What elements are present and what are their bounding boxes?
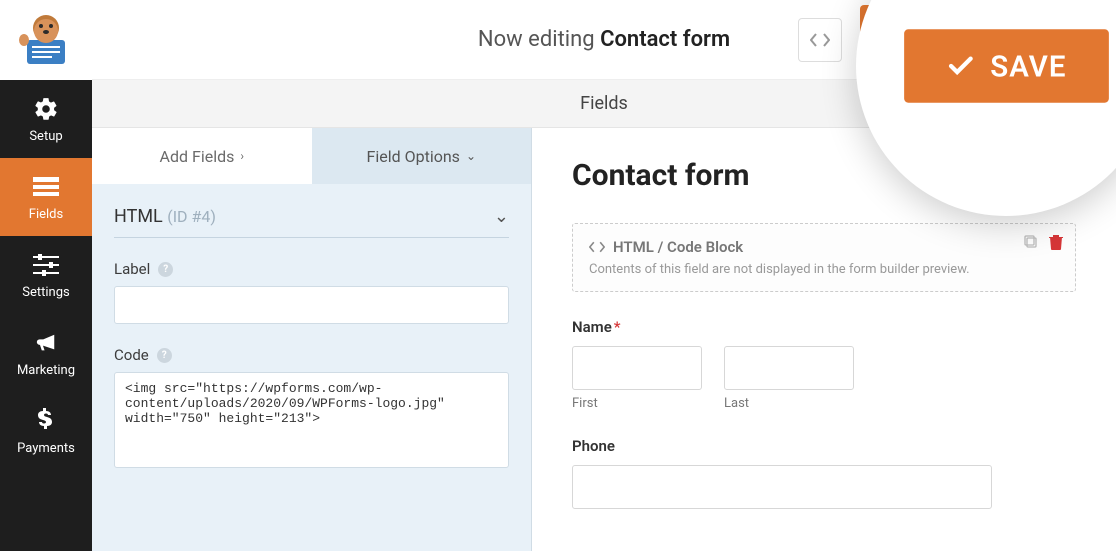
sidebar-item-setup[interactable]: Setup bbox=[0, 80, 92, 158]
chevron-down-icon: ⌄ bbox=[466, 149, 476, 163]
field-options-header[interactable]: HTML (ID #4) ⌄ bbox=[114, 206, 509, 238]
phone-input[interactable] bbox=[572, 465, 992, 509]
check-icon bbox=[946, 51, 975, 80]
tab-label: Field Options bbox=[367, 147, 460, 166]
label-label: Label bbox=[114, 260, 150, 278]
help-icon[interactable]: ? bbox=[158, 262, 173, 277]
sidebar-item-payments[interactable]: Payments bbox=[0, 392, 92, 470]
left-panel: Add Fields › Field Options ⌄ HTML (ID #4… bbox=[92, 128, 532, 551]
sidebar-label: Settings bbox=[22, 285, 69, 300]
sidebar-label: Fields bbox=[29, 207, 63, 222]
first-sublabel: First bbox=[572, 396, 702, 411]
html-block-title: HTML / Code Block bbox=[613, 238, 743, 256]
sidebar: Setup Fields Settings Marketing Payments bbox=[0, 0, 92, 551]
sidebar-item-fields[interactable]: Fields bbox=[0, 158, 92, 236]
tab-label: Add Fields bbox=[160, 147, 235, 166]
html-block-note: Contents of this field are not displayed… bbox=[589, 262, 1059, 277]
tab-add-fields[interactable]: Add Fields › bbox=[92, 128, 312, 184]
save-button-highlight[interactable]: SAVE bbox=[904, 29, 1108, 103]
sidebar-item-settings[interactable]: Settings bbox=[0, 236, 92, 314]
last-sublabel: Last bbox=[724, 396, 854, 411]
help-icon[interactable]: ? bbox=[157, 348, 172, 363]
dollar-icon bbox=[32, 407, 60, 435]
label-input[interactable] bbox=[114, 286, 509, 324]
name-field-label: Name* bbox=[572, 318, 1076, 336]
sidebar-label: Setup bbox=[29, 129, 62, 144]
bullhorn-icon bbox=[32, 329, 60, 357]
last-name-input[interactable] bbox=[724, 346, 854, 390]
editing-title: Now editing Contact form bbox=[478, 27, 730, 52]
code-label: Code bbox=[114, 346, 149, 364]
embed-button[interactable] bbox=[798, 18, 842, 62]
code-icon bbox=[589, 241, 605, 253]
tab-field-options[interactable]: Field Options ⌄ bbox=[312, 128, 532, 184]
sidebar-label: Payments bbox=[17, 441, 75, 456]
sidebar-item-marketing[interactable]: Marketing bbox=[0, 314, 92, 392]
wpforms-logo-icon bbox=[15, 12, 77, 68]
sliders-icon bbox=[32, 251, 60, 279]
html-block-field[interactable]: HTML / Code Block Contents of this field… bbox=[572, 223, 1076, 292]
code-icon bbox=[810, 33, 830, 47]
gear-icon bbox=[32, 95, 60, 123]
logo bbox=[0, 0, 92, 80]
list-icon bbox=[32, 173, 60, 201]
chevron-down-icon: ⌄ bbox=[494, 206, 509, 227]
duplicate-icon[interactable] bbox=[1023, 234, 1039, 254]
phone-field-label: Phone bbox=[572, 437, 1076, 455]
sidebar-label: Marketing bbox=[17, 363, 75, 378]
code-textarea[interactable] bbox=[114, 372, 509, 468]
trash-icon[interactable] bbox=[1049, 234, 1063, 254]
chevron-right-icon: › bbox=[240, 149, 244, 163]
first-name-input[interactable] bbox=[572, 346, 702, 390]
